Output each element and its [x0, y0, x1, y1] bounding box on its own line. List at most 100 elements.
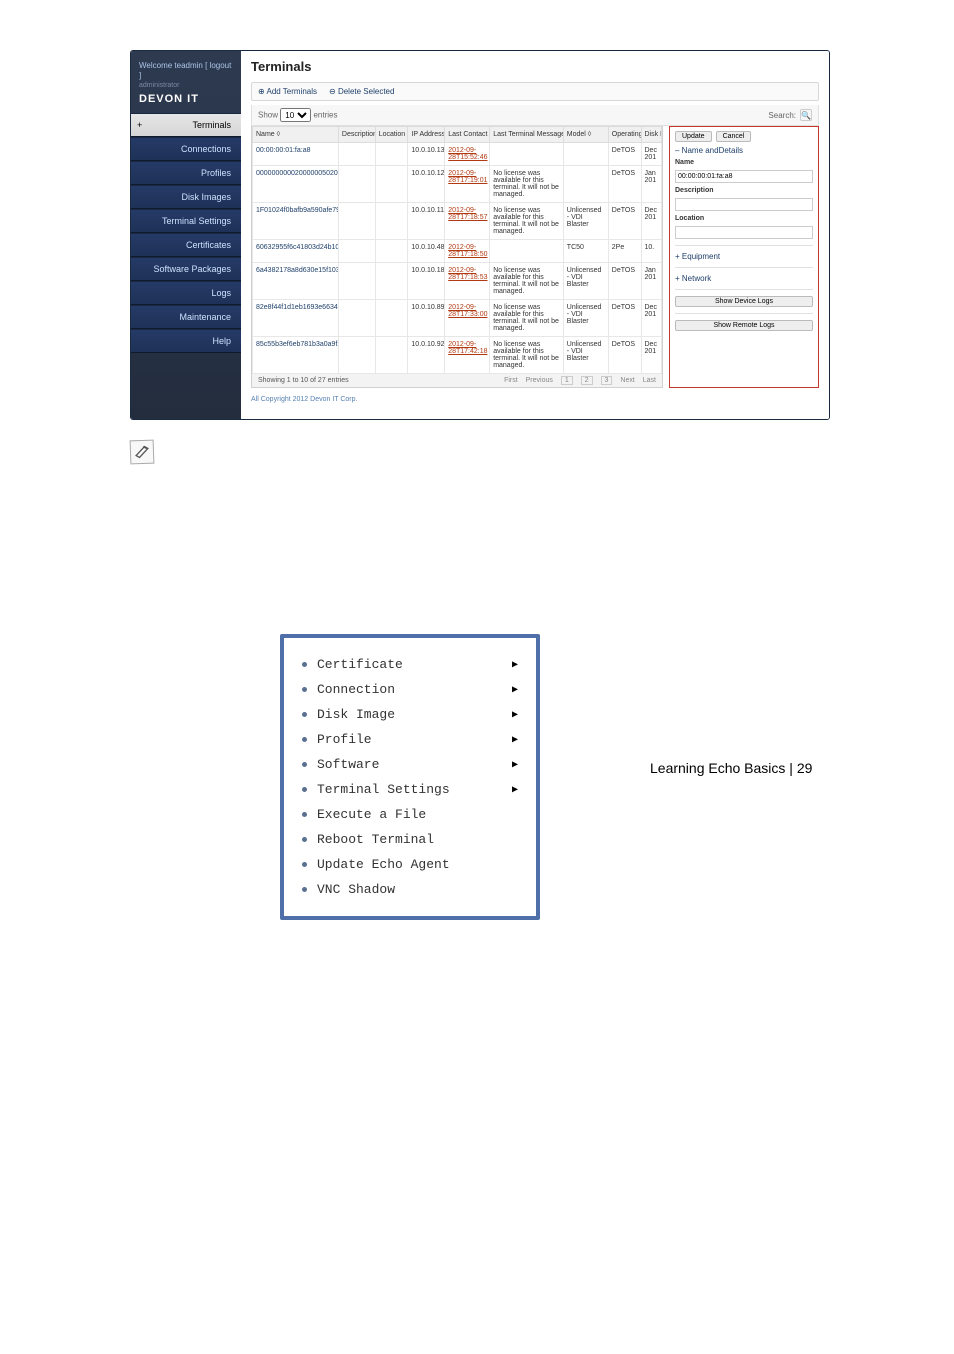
welcome-text: Welcome teadmin [ logout ] — [131, 59, 241, 82]
column-header[interactable]: Operating System ◊ — [608, 127, 641, 143]
table-row[interactable]: 6a4382178a8d630e15f103a45f4e5f49e10.0.10… — [253, 263, 662, 300]
column-header[interactable]: Location ◊ — [375, 127, 408, 143]
sidebar-item-connections[interactable]: Connections — [131, 137, 241, 161]
section-network[interactable]: Network — [675, 274, 813, 283]
sidebar-item-terminals[interactable]: Terminals — [131, 113, 241, 137]
add-terminals-link[interactable]: ⊕ Add Terminals — [258, 87, 317, 96]
description-field[interactable] — [675, 198, 813, 211]
sidebar-item-disk-images[interactable]: Disk Images — [131, 185, 241, 209]
bullet-icon — [302, 812, 307, 817]
cancel-button[interactable]: Cancel — [716, 131, 752, 142]
show-remote-logs-button[interactable]: Show Remote Logs — [675, 320, 813, 331]
menu-item-label: Execute a File — [317, 807, 426, 822]
pager-last[interactable]: Last — [643, 377, 656, 384]
sidebar-item-maintenance[interactable]: Maintenance — [131, 305, 241, 329]
menu-item-vnc-shadow[interactable]: VNC Shadow — [284, 877, 536, 902]
pager-prev[interactable]: Previous — [526, 377, 553, 384]
chevron-right-icon: ▶ — [512, 734, 518, 746]
menu-item-disk-image[interactable]: Disk Image ▶ — [284, 702, 536, 727]
per-page-select[interactable]: 10 — [280, 108, 311, 122]
section-equipment[interactable]: Equipment — [675, 252, 813, 261]
show-device-logs-button[interactable]: Show Device Logs — [675, 296, 813, 307]
location-field[interactable] — [675, 226, 813, 239]
menu-item-terminal-settings[interactable]: Terminal Settings▶ — [284, 777, 536, 802]
chevron-right-icon: ▶ — [512, 684, 518, 696]
toolbar: ⊕ Add Terminals ⊖ Delete Selected — [251, 82, 819, 101]
pager-next[interactable]: Next — [620, 377, 634, 384]
menu-item-label: Certificate — [317, 657, 403, 672]
table-row[interactable]: 1F01024f0bafb9a590afe79103125430810.0.10… — [253, 203, 662, 240]
bullet-icon — [302, 887, 307, 892]
bullet-icon — [302, 662, 307, 667]
terminals-table-wrap: Name ◊Description ◊Location ◊IP Address … — [251, 126, 663, 388]
menu-item-profile[interactable]: Profile ▶ — [284, 727, 536, 752]
echo-console-screenshot: Welcome teadmin [ logout ] administrator… — [130, 50, 830, 420]
section-name-details[interactable]: Name andDetails — [675, 146, 813, 155]
bullet-icon — [302, 862, 307, 867]
showing-text: Showing 1 to 10 of 27 entries — [258, 377, 349, 384]
column-header[interactable]: Description ◊ — [338, 127, 375, 143]
pager-1[interactable]: 1 — [561, 376, 573, 385]
menu-item-certificate[interactable]: Certificate ▶ — [284, 652, 536, 677]
column-header[interactable]: Last Contact ◊ — [445, 127, 490, 143]
bullet-icon — [302, 687, 307, 692]
bullet-icon — [302, 762, 307, 767]
copyright: All Copyright 2012 Devon IT Corp. — [251, 388, 819, 407]
menu-item-execute-a-file[interactable]: Execute a File — [284, 802, 536, 827]
main-panel: Terminals ⊕ Add Terminals ⊖ Delete Selec… — [241, 51, 829, 419]
sidebar-item-certificates[interactable]: Certificates — [131, 233, 241, 257]
column-header[interactable]: Model ◊ — [563, 127, 608, 143]
sidebar-item-terminal-settings[interactable]: Terminal Settings — [131, 209, 241, 233]
doc-footer: Learning Echo Basics | 29 — [650, 760, 812, 776]
update-button[interactable]: Update — [675, 131, 712, 142]
menu-item-label: Connection — [317, 682, 395, 697]
chevron-right-icon: ▶ — [512, 784, 518, 796]
sidebar-item-profiles[interactable]: Profiles — [131, 161, 241, 185]
table-row[interactable]: 00:00:00:01:fa:a810.0.10.1302012-09-28T1… — [253, 143, 662, 166]
menu-item-software[interactable]: Software ▶ — [284, 752, 536, 777]
menu-item-update-echo-agent[interactable]: Update Echo Agent — [284, 852, 536, 877]
column-header[interactable]: Last Terminal Message ◊ — [490, 127, 564, 143]
sidebar-item-logs[interactable]: Logs — [131, 281, 241, 305]
description-label: Description — [675, 187, 813, 194]
chevron-right-icon: ▶ — [512, 709, 518, 721]
chevron-right-icon: ▶ — [512, 659, 518, 671]
column-header[interactable]: Disk I Versio ◊ — [641, 127, 662, 143]
table-row[interactable]: 60632955f6c41803d24b1011218e064ae10.0.10… — [253, 240, 662, 263]
menu-item-label: Reboot Terminal — [317, 832, 434, 847]
sidebar-item-help[interactable]: Help — [131, 329, 241, 353]
menu-item-label: VNC Shadow — [317, 882, 395, 897]
delete-selected-link[interactable]: ⊖ Delete Selected — [329, 87, 394, 96]
table-row[interactable]: 00000000002000000502010000000010.0.10.12… — [253, 166, 662, 203]
chevron-right-icon: ▶ — [512, 759, 518, 771]
bullet-icon — [302, 837, 307, 842]
menu-item-reboot-terminal[interactable]: Reboot Terminal — [284, 827, 536, 852]
search-label: Search: — [768, 111, 796, 120]
menu-item-connection[interactable]: Connection ▶ — [284, 677, 536, 702]
role-text: administrator — [131, 82, 241, 91]
search-icon[interactable]: 🔍 — [800, 109, 812, 121]
pager: First Previous 1 2 3 Next Last — [498, 377, 656, 384]
table-row[interactable]: 85c55b3ef6eb781b3a0a9f2c38e012f0c10.0.10… — [253, 337, 662, 374]
bullet-icon — [302, 712, 307, 717]
sidebar-item-software-packages[interactable]: Software Packages — [131, 257, 241, 281]
pager-first[interactable]: First — [504, 377, 518, 384]
table-row[interactable]: 82e8f44f1d1eb1693e6634f9c8ba87fc110.0.10… — [253, 300, 662, 337]
context-menu-screenshot: Certificate▶Connection▶Disk Image▶Profil… — [280, 634, 540, 920]
column-header[interactable]: Name ◊ — [253, 127, 339, 143]
menu-item-label: Update Echo Agent — [317, 857, 450, 872]
sidebar: Welcome teadmin [ logout ] administrator… — [131, 51, 241, 419]
menu-item-label: Disk Image — [317, 707, 395, 722]
menu-item-label: Software — [317, 757, 379, 772]
note-icon — [130, 440, 155, 465]
bullet-icon — [302, 787, 307, 792]
brand-logo: DEVON IT — [131, 91, 241, 113]
per-page-control: Show 10 entries — [258, 108, 338, 122]
name-field[interactable] — [675, 170, 813, 183]
column-header[interactable]: IP Address ◊ — [408, 127, 445, 143]
menu-item-label: Profile — [317, 732, 372, 747]
bullet-icon — [302, 737, 307, 742]
pager-3[interactable]: 3 — [601, 376, 613, 385]
pager-2[interactable]: 2 — [581, 376, 593, 385]
context-menu: Certificate▶Connection▶Disk Image▶Profil… — [284, 638, 536, 916]
